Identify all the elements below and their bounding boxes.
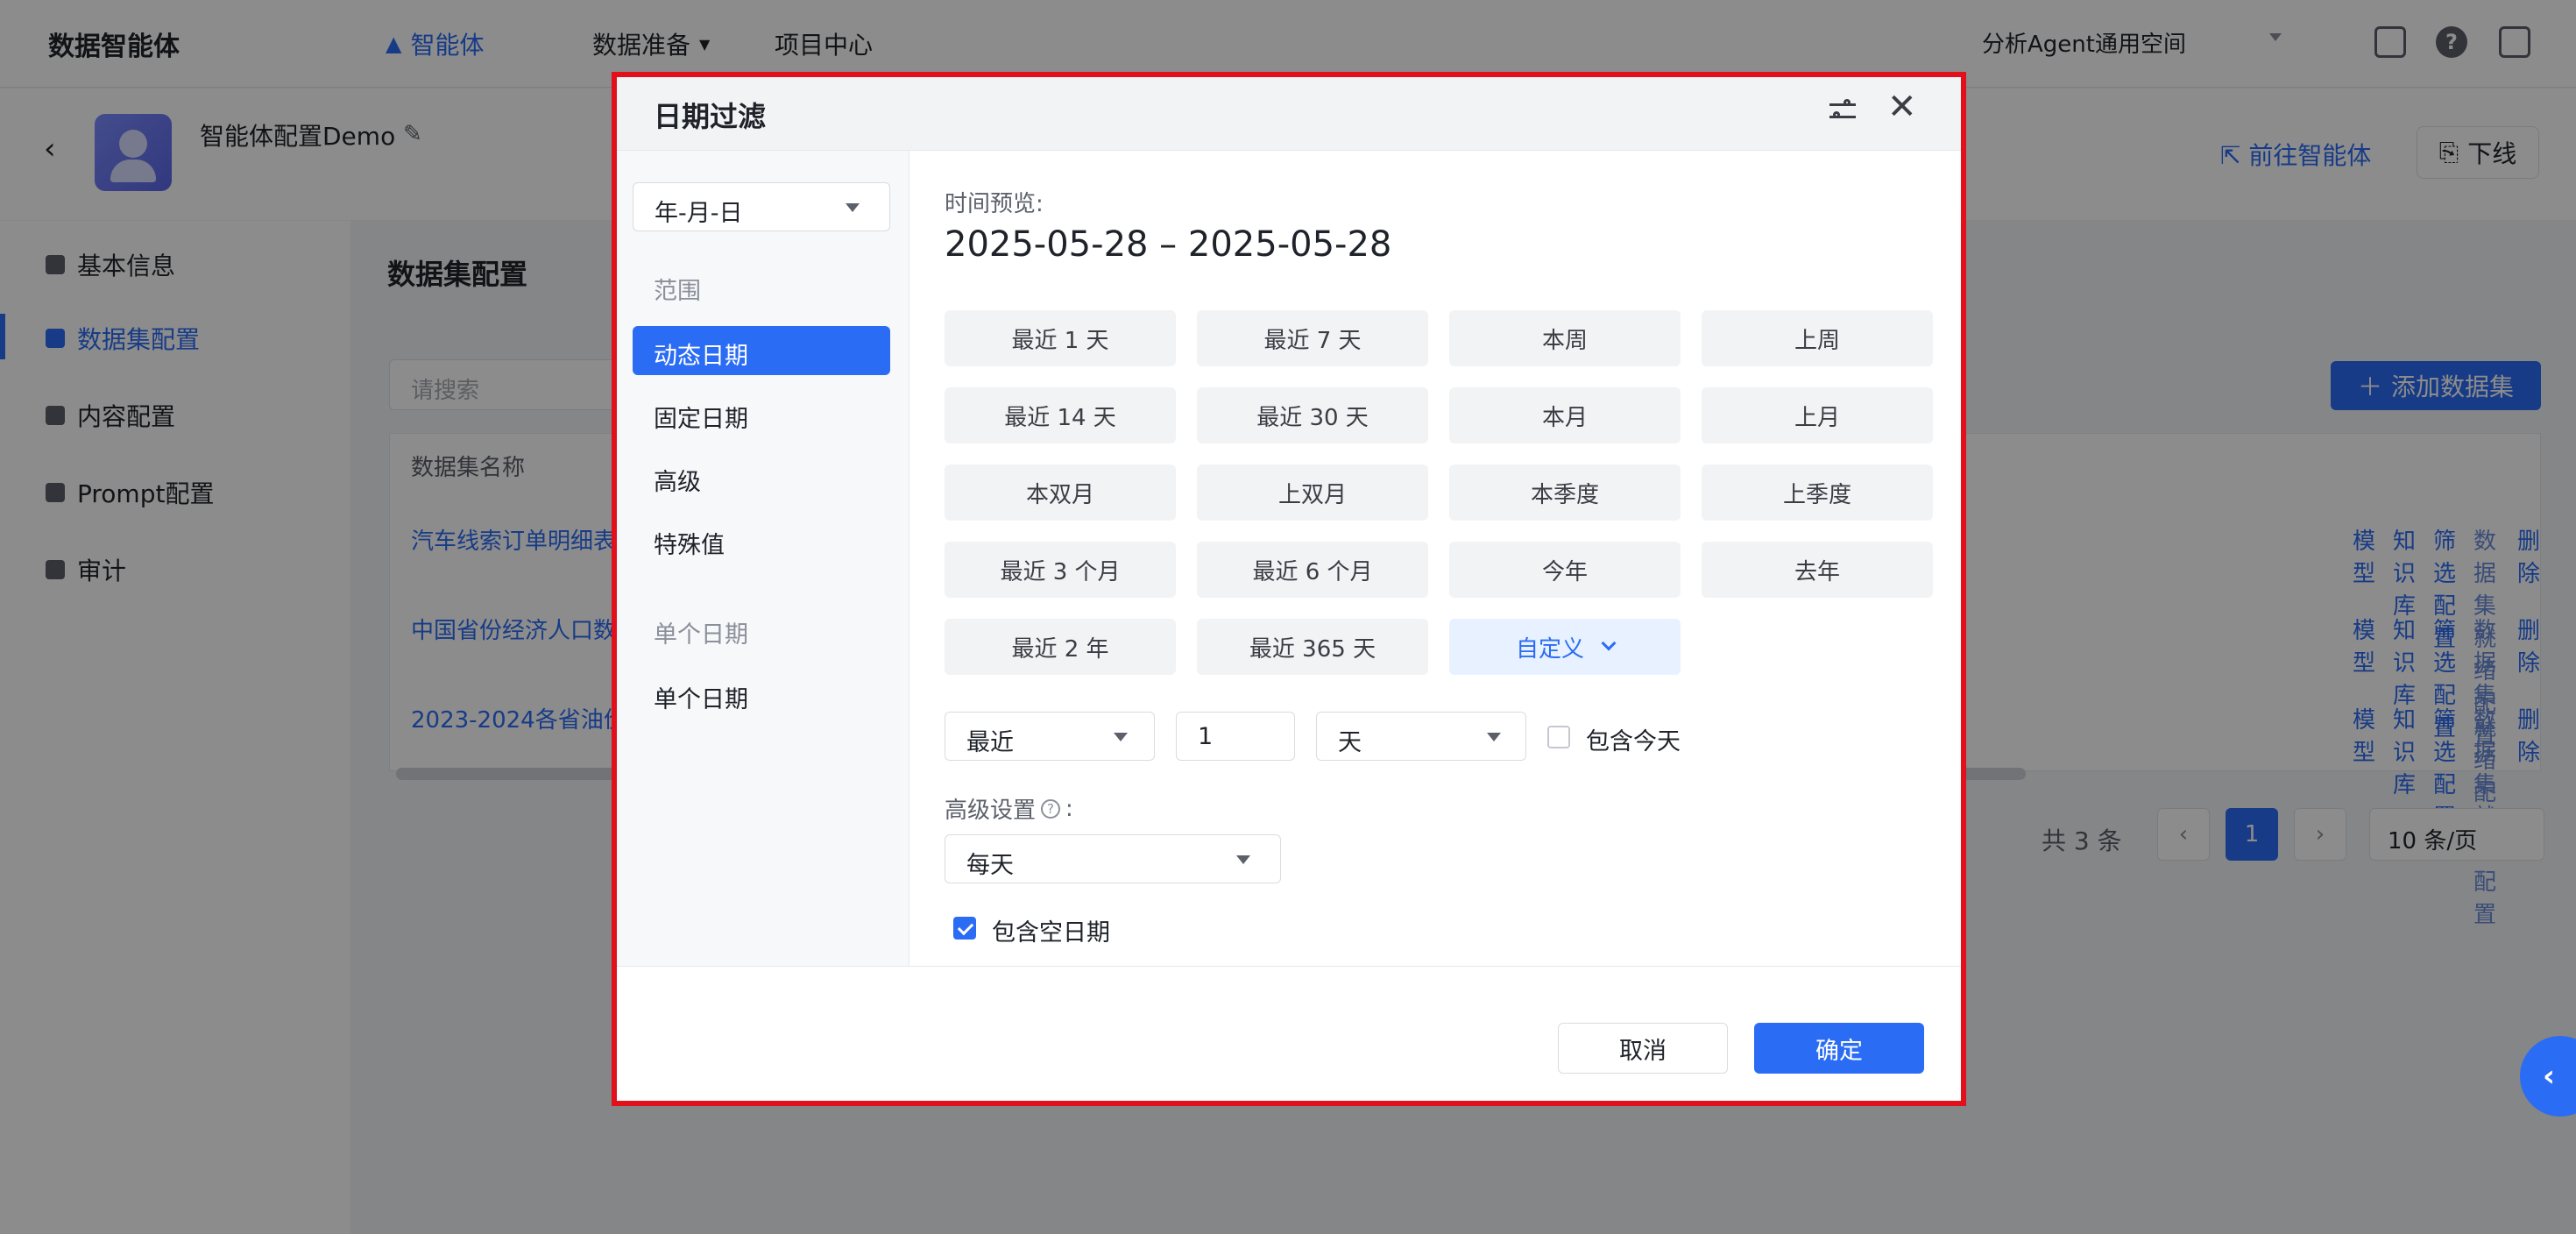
quick-option[interactable]: 上双月 (1197, 465, 1428, 521)
relative-mode-select[interactable]: 最近 (945, 712, 1155, 761)
quick-option[interactable]: 最近 7 天 (1197, 310, 1428, 366)
quick-option[interactable]: 最近 6 个月 (1197, 542, 1428, 598)
menu-item-special-value[interactable]: 特殊值 (633, 515, 890, 564)
quick-option-custom[interactable]: 自定义 (1449, 619, 1681, 675)
dynamic-date-panel: 时间预览: 2025-05-28 – 2025-05-28 最近 1 天 最近 … (909, 151, 1961, 966)
include-empty-checkbox[interactable] (953, 917, 976, 940)
dialog-footer: 取消 确定 (617, 966, 1961, 1101)
quick-option[interactable]: 最近 30 天 (1197, 387, 1428, 443)
preview-range: 2025-05-28 – 2025-05-28 (945, 224, 1392, 265)
relative-count-input[interactable]: 1 (1176, 712, 1295, 761)
help-circle-icon[interactable]: ? (1041, 798, 1061, 819)
granularity-select[interactable]: 每天 (945, 834, 1281, 883)
relative-unit-select[interactable]: 天 (1316, 712, 1526, 761)
advanced-settings-label: 高级设置 ? : (945, 792, 1073, 825)
menu-item-single-date[interactable]: 单个日期 (633, 670, 890, 719)
quick-option[interactable]: 最近 14 天 (945, 387, 1176, 443)
include-today-label: 包含今天 (1586, 728, 1681, 755)
caret-down-icon (846, 203, 860, 212)
caret-down-icon (1114, 733, 1128, 741)
quick-option[interactable]: 本月 (1449, 387, 1681, 443)
quick-option[interactable]: 去年 (1702, 542, 1933, 598)
colon-text: : (1065, 795, 1073, 822)
chevron-down-icon (1601, 635, 1617, 651)
menu-item-dynamic-date[interactable]: 动态日期 (633, 326, 890, 375)
preview-label: 时间预览: (945, 191, 1044, 217)
menu-item-fixed-date[interactable]: 固定日期 (633, 389, 890, 438)
advanced-settings-text: 高级设置 (945, 798, 1037, 824)
group-label-single-date: 单个日期 (654, 621, 748, 649)
quick-option[interactable]: 上月 (1702, 387, 1933, 443)
cancel-button[interactable]: 取消 (1558, 1023, 1728, 1074)
dialog-header: 日期过滤 ✕ (617, 77, 1961, 151)
caret-down-icon (1487, 733, 1501, 741)
date-format-select[interactable]: 年-月-日 (633, 182, 890, 231)
date-format-value: 年-月-日 (655, 200, 743, 227)
custom-label: 自定义 (1515, 635, 1584, 663)
caret-down-icon (1236, 855, 1250, 864)
quick-option[interactable]: 本季度 (1449, 465, 1681, 521)
quick-option[interactable]: 本双月 (945, 465, 1176, 521)
settings-sliders-icon[interactable] (1829, 98, 1856, 124)
quick-option[interactable]: 最近 1 天 (945, 310, 1176, 366)
dialog-title: 日期过滤 (654, 100, 767, 133)
relative-unit-value: 天 (1338, 729, 1362, 756)
quick-option[interactable]: 上季度 (1702, 465, 1933, 521)
quick-option[interactable]: 最近 3 个月 (945, 542, 1176, 598)
quick-option[interactable]: 本周 (1449, 310, 1681, 366)
quick-option[interactable]: 上周 (1702, 310, 1933, 366)
close-icon[interactable]: ✕ (1887, 89, 1917, 124)
date-filter-dialog: 日期过滤 ✕ 年-月-日 范围 动态日期 固定日期 高级 特殊值 单个日期 单个… (612, 72, 1966, 1106)
include-empty-label: 包含空日期 (992, 919, 1110, 947)
menu-item-advanced[interactable]: 高级 (633, 452, 890, 501)
quick-option[interactable]: 最近 2 年 (945, 619, 1176, 675)
quick-option[interactable]: 最近 365 天 (1197, 619, 1428, 675)
relative-mode-value: 最近 (966, 729, 1014, 756)
quick-option[interactable]: 今年 (1449, 542, 1681, 598)
include-today-checkbox[interactable] (1547, 726, 1570, 748)
confirm-button[interactable]: 确定 (1754, 1023, 1924, 1074)
group-label-range: 范围 (654, 278, 701, 305)
granularity-value: 每天 (966, 852, 1014, 879)
